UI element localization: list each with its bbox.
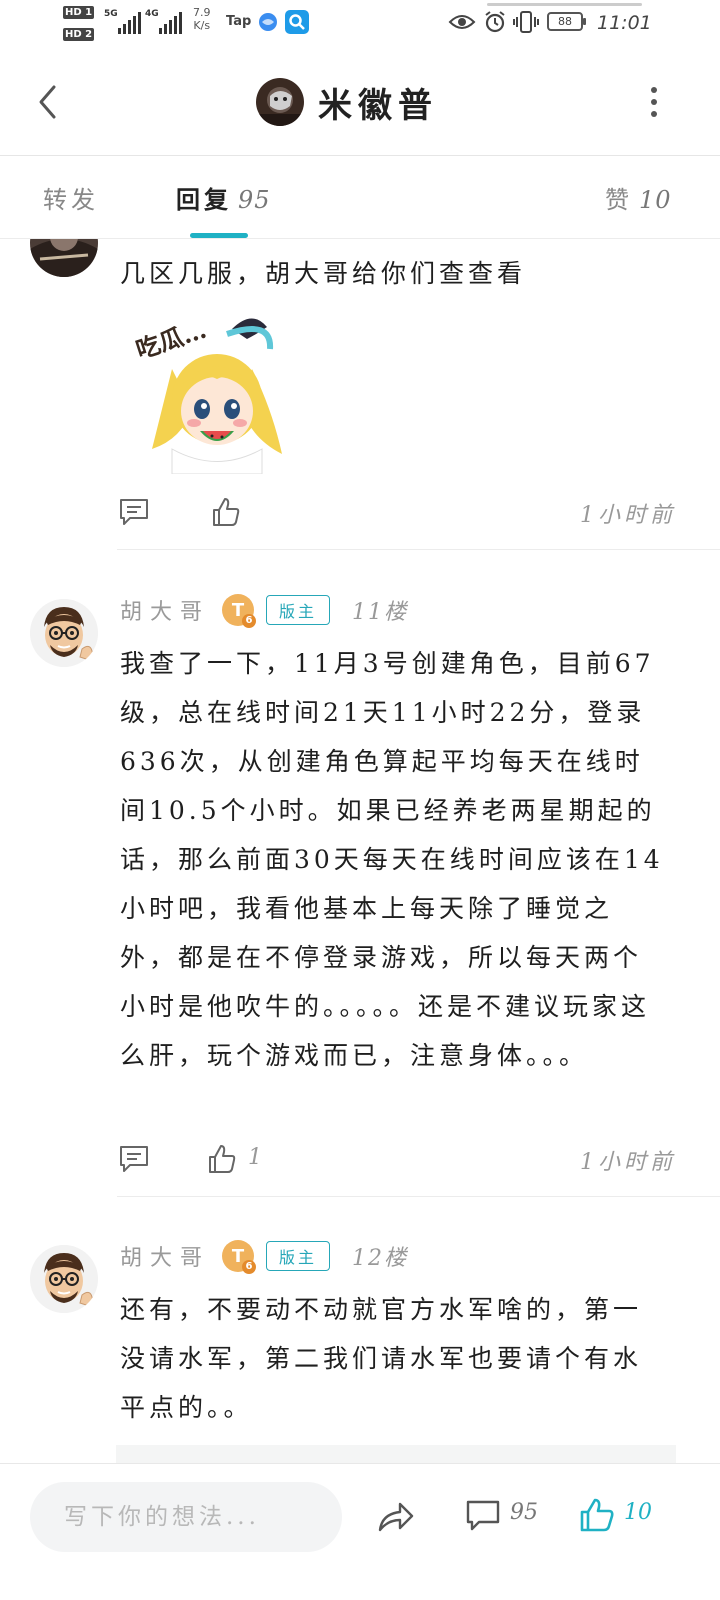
reply-time: 1小时前: [580, 503, 676, 528]
reply-meta: 胡大哥 T6 版主 12楼: [120, 1240, 409, 1274]
tab-repost-label: 转发: [43, 186, 99, 214]
hd2-indicator: HD 2: [63, 28, 95, 41]
eye-icon: [448, 15, 476, 29]
network-4g-label: 4G: [145, 9, 159, 19]
bottom-like-count: 10: [624, 1500, 652, 1525]
clock: 11:01: [597, 12, 652, 34]
speed-unit: K/s: [193, 19, 211, 32]
network-5g-label: 5G: [104, 9, 118, 19]
signal-5g-icon: [118, 12, 141, 34]
battery-indicator: 88: [547, 12, 586, 31]
hd1-indicator: HD 1: [63, 6, 95, 19]
header-title-group: 米徽普: [256, 77, 438, 127]
reply-text: 还有，不要动不动就官方水军啥的，第一没请水军，第二我们请水军也要请个有水平点的。…: [120, 1295, 643, 1422]
reply-text: 我查了一下，11月3号创建角色，目前67级，总在线时间21天11小时22分，登录…: [120, 649, 664, 1070]
reply-avatar[interactable]: [30, 1245, 98, 1313]
tab-likes[interactable]: 赞 10: [605, 180, 672, 215]
level-badge: T6: [222, 1240, 257, 1274]
reply-meta: 胡大哥 T6 版主 11楼: [120, 594, 409, 628]
status-bar: HD 1 HD 2 5G 4G 7.9 K/s Tap 88 11:01: [0, 0, 720, 48]
quoted-reply-box[interactable]: [116, 1445, 676, 1463]
moderator-badge: 版主: [266, 595, 331, 625]
level-badge-number: 6: [242, 1260, 257, 1274]
header-divider: [0, 155, 720, 156]
tab-likes-label: 赞: [605, 186, 633, 214]
vibrate-icon: [513, 11, 539, 33]
browser-icon: [259, 13, 277, 31]
search-app-icon: [285, 10, 309, 34]
reply-divider: [117, 1196, 720, 1197]
status-scroll-hint: [487, 3, 642, 6]
thumbs-up-icon[interactable]: [210, 496, 242, 528]
level-badge-number: 6: [242, 614, 257, 628]
author-name[interactable]: 胡大哥: [120, 1240, 210, 1272]
reply-time: 1小时前: [580, 1150, 676, 1175]
reply-divider: [117, 549, 720, 550]
bottom-bar-divider: [0, 1463, 720, 1464]
tab-likes-count: 10: [639, 186, 672, 214]
cartoon-man-avatar-icon: [30, 1245, 98, 1313]
back-button[interactable]: [30, 80, 70, 124]
network-speed: 7.9 K/s: [193, 6, 211, 32]
more-options-button[interactable]: [640, 80, 668, 124]
moderator-badge: 版主: [266, 1241, 331, 1271]
thumbs-up-icon[interactable]: [206, 1143, 238, 1175]
avatar-image-icon: [256, 78, 304, 126]
reply-like-count: 1: [248, 1145, 262, 1170]
reply-avatar[interactable]: [30, 239, 98, 277]
more-dot-icon: [651, 87, 657, 93]
floor-number: 12楼: [352, 1246, 409, 1271]
page-title: 米徽普: [318, 85, 438, 126]
user-avatar-icon: [30, 239, 98, 277]
more-dot-icon: [651, 111, 657, 117]
cartoon-man-avatar-icon: [30, 599, 98, 667]
sticker-girl-eating-watermelon-icon: 吃瓜…: [132, 315, 282, 474]
reply-avatar[interactable]: [30, 599, 98, 667]
comment-icon[interactable]: [118, 1144, 150, 1174]
sticker-caption: 吃瓜…: [132, 315, 209, 365]
floor-number: 11楼: [352, 600, 409, 625]
tab-repost[interactable]: 转发: [43, 180, 99, 215]
author-name[interactable]: 胡大哥: [120, 594, 210, 626]
more-dot-icon: [651, 99, 657, 105]
author-avatar[interactable]: [256, 78, 304, 126]
comment-icon[interactable]: [118, 497, 150, 527]
chevron-left-icon: [39, 85, 56, 119]
tab-replies-label: 回复: [176, 185, 232, 214]
reply-list[interactable]: 几区几服，胡大哥给你们查查看 吃瓜… 1小时前 胡大哥 T 6 版主 11楼 我…: [0, 239, 720, 1463]
speed-value: 7.9: [193, 6, 211, 19]
bottom-comment-count: 95: [510, 1500, 538, 1525]
share-icon[interactable]: [376, 1498, 416, 1536]
alarm-icon: [485, 11, 505, 33]
tab-replies-count: 95: [238, 186, 271, 214]
reply-text: 几区几服，胡大哥给你们查查看: [120, 259, 527, 288]
level-badge: T6: [222, 594, 257, 628]
signal-4g-icon: [159, 12, 182, 34]
thumbs-up-icon[interactable]: [578, 1496, 616, 1534]
taptap-app-label: Tap: [226, 14, 252, 29]
tab-replies[interactable]: 回复 95: [176, 180, 271, 215]
comment-icon[interactable]: [465, 1498, 501, 1534]
reply-input[interactable]: 写下你的想法...: [30, 1482, 342, 1552]
